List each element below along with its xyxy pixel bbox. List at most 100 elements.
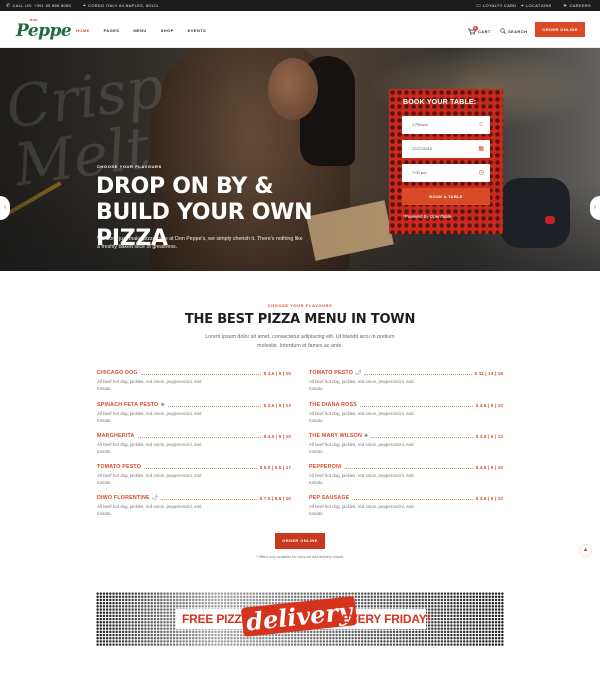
book-table-button[interactable]: BOOK A TABLE	[402, 188, 490, 205]
menu-item-description: All beef hot dog, pickles, red onion, pe…	[97, 442, 202, 454]
menu-item-price: $ 3.5 | 9 | 13	[263, 403, 291, 408]
phone-contact[interactable]: ✆ CALL US: +391 65 866 8080	[6, 3, 71, 8]
scroll-to-top-button[interactable]: ▲	[580, 545, 591, 556]
menu-item-description: All beef hot dog, pickles, red onion, pe…	[309, 379, 414, 391]
menu-item-price: $ 4.5 | 9 | 10	[263, 434, 291, 439]
card-icon: ▭	[476, 2, 482, 9]
menu-item-price: $ 7.5 | 8.5 | 10	[259, 496, 291, 501]
search-label: SEARCH	[508, 29, 528, 34]
dotted-leader	[359, 406, 473, 407]
dotted-leader	[371, 437, 473, 438]
dotted-leader	[144, 468, 257, 469]
menu-item-name: PEPPERONI	[309, 464, 342, 470]
phone-icon: ✆	[6, 2, 11, 9]
persons-select[interactable]: 1 Person ☺	[402, 116, 490, 134]
menu-item-price: $ 4.5 | 9 | 10	[475, 496, 503, 501]
slider-next-button[interactable]: ›	[590, 196, 600, 220]
chevron-left-icon: ‹	[3, 204, 7, 211]
nav-item-events[interactable]: EVENTS	[188, 28, 206, 33]
menu-item-description: All beef hot dog, pickles, red onion, pe…	[309, 473, 414, 485]
menu-item-margherita[interactable]: MARGHERITA $ 4.5 | 9 | 10 All beef hot do…	[97, 431, 291, 461]
dotted-leader	[161, 499, 257, 500]
search-button[interactable]: SEARCH	[500, 28, 527, 35]
nav-item-menu[interactable]: MENU	[133, 28, 146, 33]
dotted-leader	[140, 374, 261, 375]
menu-item-description: All beef hot dog, pickles, red onion, pe…	[309, 504, 414, 516]
menu-item-chicago-dog[interactable]: CHICAGO DOG $ 4.5 | 9 | 10 All beef hot d…	[97, 368, 291, 398]
nav-item-pages[interactable]: PAGES	[104, 28, 120, 33]
date-input[interactable]: 12/27/2019 ▦	[402, 140, 490, 158]
booking-widget: BOOK YOUR TABLE: 1 Person ☺ 12/27/2019 ▦…	[389, 89, 503, 234]
menu-title: THE BEST PIZZA MENU IN TOWN	[184, 312, 416, 327]
time-input[interactable]: 7:00 pm ◷	[402, 164, 490, 182]
chili-icon: 🌶	[355, 370, 362, 376]
banner-free-pizza: FREE PIZZA	[182, 612, 251, 626]
chili-icon: 🌶	[151, 495, 159, 501]
menu-item-name: TOMATO PESTO	[309, 370, 354, 376]
dotted-leader	[344, 468, 473, 469]
send-icon: ➤	[563, 2, 568, 9]
menu-item-price: $ 4.5 | 9 | 10	[475, 465, 503, 470]
menu-item-price: $ 11 | 13 | 18	[474, 371, 503, 376]
menu-item-tomato-pesto[interactable]: TOMATO PESTO 🌶 $ 11 | 13 | 18 All beef hot…	[309, 368, 503, 398]
menu-kicker: CHOOSE YOUR FLAVOURS	[267, 303, 333, 308]
hero-section: Crisp Melt CHOOSE YOUR FLAVOURS DROP ON B…	[0, 48, 600, 271]
nav-item-shop[interactable]: SHOP	[161, 28, 174, 33]
dotted-leader	[364, 374, 472, 375]
menu-item-spinach-feta-pesto[interactable]: SPINACH FETA PESTO ❀ $ 3.5 | 9 | 13 All be…	[97, 400, 291, 430]
hero-description: We don't just make pizza here at Don Pep…	[97, 236, 303, 250]
menu-item-name: DIWO FLORENTINE	[97, 495, 150, 501]
menu-item-diwo-florentine[interactable]: DIWO FLORENTINE 🌶 $ 7.5 | 8.5 | 10 All bee…	[97, 493, 291, 523]
banner-every-friday: EVERY FRIDAY!	[342, 612, 431, 626]
locations-link[interactable]: ⌖ LOCATIONS	[521, 3, 552, 8]
menu-item-description: All beef hot dog, pickles, red onion, pe…	[97, 411, 202, 423]
cart-count-badge: 0	[473, 26, 478, 31]
menu-item-price: $ 4.5 | 9 | 10	[475, 403, 503, 408]
menu-item-the-mary-wilson[interactable]: THE MARY WILSON ❀ $ 3.5 | 9 | 13 All beef …	[309, 431, 503, 461]
calendar-icon: ▦	[478, 146, 484, 152]
date-value: 12/27/2019	[412, 146, 433, 151]
address-contact[interactable]: ⌖ CORSO ITALY 64 NAPLES, 80121	[83, 3, 159, 8]
offer-disclaimer: * Offers only available for carry out an…	[256, 555, 344, 559]
menu-item-description: All beef hot dog, pickles, red onion, pe…	[309, 442, 414, 454]
menu-item-the-diana-ross[interactable]: THE DIANA ROSS $ 4.5 | 9 | 10 All beef ho…	[309, 400, 503, 430]
people-icon: ☺	[477, 122, 484, 128]
search-icon	[500, 28, 506, 35]
menu-item-pepperoni[interactable]: PEPPERONI $ 4.5 | 9 | 10 All beef hot dog…	[309, 462, 503, 492]
persons-value: 1 Person	[412, 122, 429, 127]
menu-item-price: $ 3.5 | 9 | 13	[475, 434, 503, 439]
logo[interactable]: don Peppe	[16, 18, 72, 42]
cart-icon: 0	[468, 26, 478, 35]
menu-item-name: CHICAGO DOG	[97, 370, 138, 376]
chevron-right-icon: ›	[593, 204, 597, 211]
address-text: CORSO ITALY 64 NAPLES, 80121	[88, 3, 159, 8]
arrow-up-icon: ▲	[582, 547, 589, 553]
top-bar: ✆ CALL US: +391 65 866 8080 ⌖ CORSO ITAL…	[0, 0, 600, 11]
nav-item-home[interactable]: HOME	[76, 28, 90, 33]
free-delivery-banner[interactable]: FREE PIZZA delivery EVERY FRIDAY!	[96, 592, 504, 646]
menu-item-tomato-pesto-2[interactable]: TOMATO PESTO $ 9.5 | 6.5 | 17 All beef ho…	[97, 462, 291, 492]
dotted-leader	[167, 406, 261, 407]
menu-item-price: $ 4.5 | 9 | 10	[263, 371, 291, 376]
menu-order-online-button[interactable]: ORDER ONLINE	[275, 533, 325, 549]
menu-item-description: All beef hot dog, pickles, red onion, pe…	[97, 379, 202, 391]
locations-label: LOCATIONS	[526, 3, 552, 8]
menu-item-description: All beef hot dog, pickles, red onion, pe…	[309, 411, 414, 423]
loyalty-card-link[interactable]: ▭ LOYALTY CARD	[476, 3, 516, 8]
menu-subtitle: Lorem ipsum dolor sit amet, consectetur …	[205, 334, 395, 349]
menu-item-price: $ 9.5 | 6.5 | 17	[259, 465, 291, 470]
order-online-button[interactable]: ORDER ONLINE	[535, 22, 585, 37]
menu-item-description: All beef hot dog, pickles, red onion, pe…	[97, 504, 202, 516]
menu-item-description: All beef hot dog, pickles, red onion, pe…	[97, 473, 202, 485]
menu-item-name: MARGHERITA	[97, 433, 135, 439]
menu-item-pep-sausage[interactable]: PEP SAUSAGE $ 4.5 | 9 | 10 All beef hot d…	[309, 493, 503, 523]
time-value: 7:00 pm	[412, 170, 427, 175]
cart-label: CART	[478, 29, 491, 34]
main-nav: HOME PAGES MENU SHOP EVENTS	[76, 28, 206, 33]
cart-button[interactable]: 0 CART	[468, 26, 491, 35]
dotted-leader	[137, 437, 261, 438]
dotted-leader	[352, 499, 473, 500]
careers-label: CAREERS	[569, 3, 591, 8]
clock-icon: ◷	[478, 170, 484, 176]
careers-link[interactable]: ➤ CAREERS	[563, 3, 591, 8]
